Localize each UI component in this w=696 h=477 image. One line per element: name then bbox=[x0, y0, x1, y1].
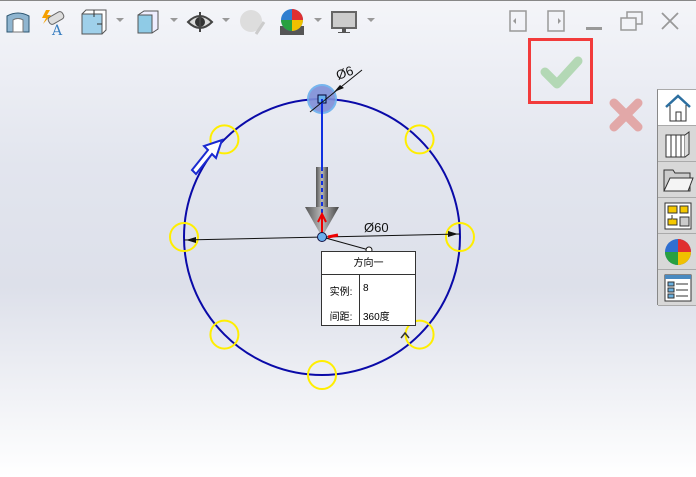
callout-title: 方向一 bbox=[322, 252, 415, 275]
cursor-arrow-icon bbox=[190, 138, 224, 176]
circle-diameter-label[interactable]: Ø60 bbox=[364, 220, 389, 235]
graphics-area[interactable]: Ø6 Ø60 bbox=[0, 0, 696, 477]
spacing-label: 间距: bbox=[329, 312, 353, 323]
instances-value[interactable]: 8 bbox=[363, 283, 369, 294]
hole-diameter-label[interactable]: Ø6 bbox=[334, 63, 355, 83]
direction-arrow[interactable] bbox=[316, 167, 328, 207]
pattern-callout: 方向一 实例: 8 间距: 360度 bbox=[321, 251, 416, 326]
instances-label: 实例: bbox=[329, 287, 353, 298]
spacing-value[interactable]: 360度 bbox=[363, 308, 390, 323]
